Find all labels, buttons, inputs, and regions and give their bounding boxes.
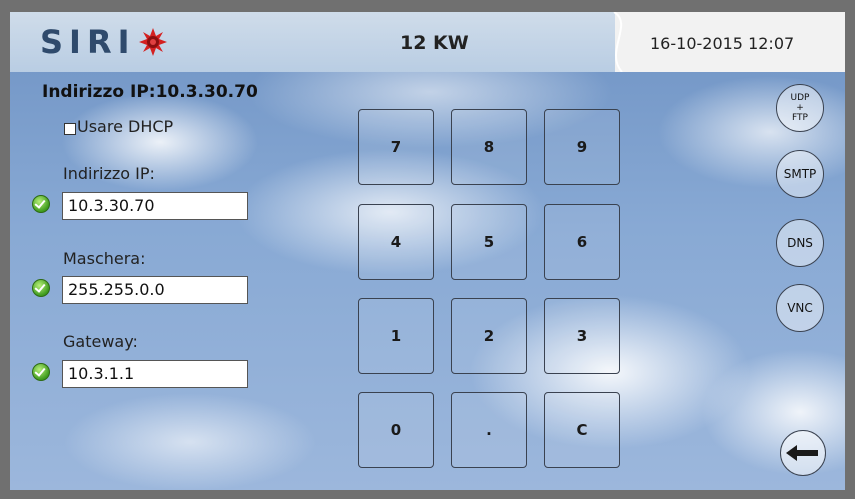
key-dot[interactable]: . xyxy=(451,392,527,468)
screen: SIRI 12 KW 16-10-2015 12:07 Indirizzo IP… xyxy=(10,12,845,490)
key-1[interactable]: 1 xyxy=(358,298,434,374)
power-readout: 12 KW xyxy=(400,32,469,54)
key-0[interactable]: 0 xyxy=(358,392,434,468)
gateway-field[interactable]: 10.3.1.1 xyxy=(62,360,248,388)
key-3[interactable]: 3 xyxy=(544,298,620,374)
key-6[interactable]: 6 xyxy=(544,204,620,280)
dns-button[interactable]: DNS xyxy=(776,219,824,267)
logo-text: SIRI xyxy=(40,23,136,61)
gateway-valid-check-icon xyxy=(32,363,50,381)
dhcp-checkbox[interactable] xyxy=(64,123,76,135)
header-divider-curve xyxy=(613,12,640,72)
key-5[interactable]: 5 xyxy=(451,204,527,280)
ip-address-title: Indirizzo IP:10.3.30.70 xyxy=(42,82,258,102)
arrow-left-icon xyxy=(786,445,818,461)
key-4[interactable]: 4 xyxy=(358,204,434,280)
dhcp-label: Usare DHCP xyxy=(77,117,174,136)
ip-valid-check-icon xyxy=(32,195,50,213)
subnet-mask-field[interactable]: 255.255.0.0 xyxy=(62,276,248,304)
ip-label: Indirizzo IP: xyxy=(63,164,155,183)
ip-address-field[interactable]: 10.3.30.70 xyxy=(62,192,248,220)
gateway-label: Gateway: xyxy=(63,332,138,351)
mask-valid-check-icon xyxy=(32,279,50,297)
red-star-logo-icon xyxy=(138,28,167,56)
date-time: 16-10-2015 12:07 xyxy=(650,34,795,53)
mask-label: Maschera: xyxy=(63,249,146,268)
siri-logo: SIRI xyxy=(40,23,168,61)
udp-ftp-button[interactable]: UDP + FTP xyxy=(776,84,824,132)
header-bar: SIRI 12 KW 16-10-2015 12:07 xyxy=(10,12,845,72)
key-2[interactable]: 2 xyxy=(451,298,527,374)
vnc-button[interactable]: VNC xyxy=(776,284,824,332)
device-frame: SIRI 12 KW 16-10-2015 12:07 Indirizzo IP… xyxy=(0,0,855,499)
key-9[interactable]: 9 xyxy=(544,109,620,185)
key-8[interactable]: 8 xyxy=(451,109,527,185)
back-button[interactable] xyxy=(780,430,826,476)
smtp-button[interactable]: SMTP xyxy=(776,150,824,198)
key-7[interactable]: 7 xyxy=(358,109,434,185)
key-clear[interactable]: C xyxy=(544,392,620,468)
